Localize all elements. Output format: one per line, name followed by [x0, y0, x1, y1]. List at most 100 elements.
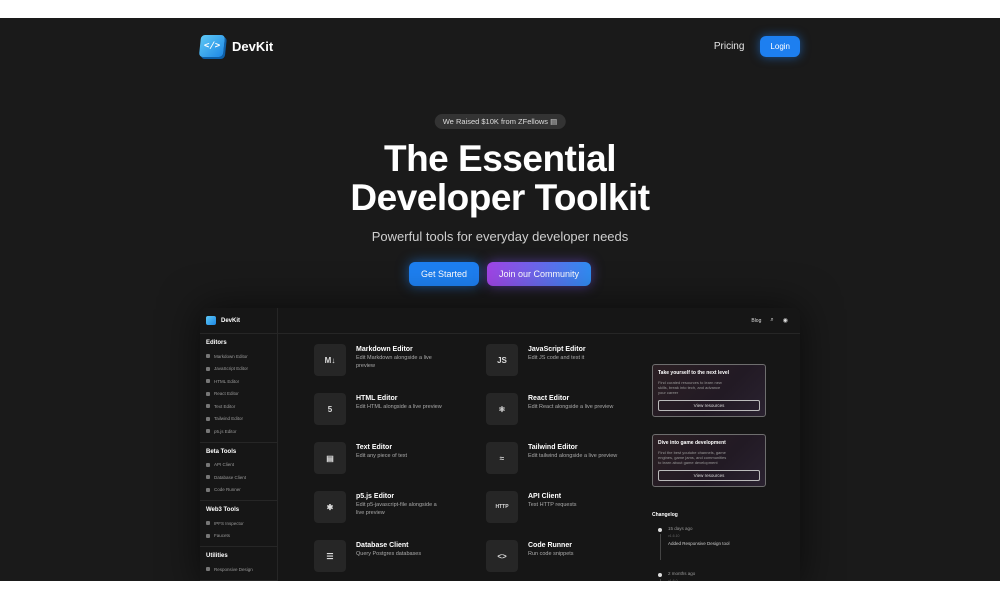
- tool-text: JavaScript Editor Edit JS code and test i…: [528, 344, 618, 384]
- view-resources-button[interactable]: View resources: [658, 470, 760, 481]
- sidebar-item-api-client[interactable]: API Client: [206, 459, 271, 472]
- view-resources-button[interactable]: View resources: [658, 400, 760, 411]
- brand-name: DevKit: [232, 38, 274, 54]
- tool-card-code-runner[interactable]: <> Code Runner Run code snippets: [486, 540, 646, 580]
- changelog-text: Added Responsive Design tool: [668, 541, 730, 546]
- tool-card-markdown-editor[interactable]: M↓ Markdown Editor Edit Markdown alongside…: [314, 344, 474, 384]
- app-preview: DevKit Editors Markdown Editor JavaScript …: [200, 308, 800, 581]
- api-client-icon: HTTP: [486, 491, 518, 523]
- sidebar-heading: Utilities: [206, 553, 228, 559]
- sidebar-item-markdown-editor[interactable]: Markdown Editor: [206, 350, 271, 363]
- join-community-button[interactable]: Join our Community: [487, 262, 592, 286]
- tool-name: Markdown Editor: [356, 346, 413, 353]
- tool-text: API Client Test HTTP requests: [528, 491, 618, 531]
- tool-card-html-editor[interactable]: 5 HTML Editor Edit HTML alongside a live p…: [314, 393, 474, 433]
- tool-card-tailwind-editor[interactable]: ≈ Tailwind Editor Edit tailwind alongside …: [486, 442, 646, 482]
- tool-card-p5-js-editor[interactable]: ✱ p5.js Editor Edit p5-javascript-file alo…: [314, 491, 474, 531]
- tool-text: Text Editor Edit any piece of text: [356, 442, 446, 482]
- promo-card: Take yourself to the next level Find cura…: [652, 364, 766, 417]
- hero-title-line2: Developer Toolkit: [350, 177, 650, 218]
- app-topbar: Blog ⌕ ◉: [278, 308, 800, 334]
- sidebar-heading: Web3 Tools: [206, 507, 240, 513]
- tailwind-editor-icon: [206, 416, 210, 421]
- sidebar-item-label: Responsive Design: [214, 566, 253, 572]
- sidebar-section-utilities: Utilities Responsive Design: [200, 547, 277, 581]
- sidebar-item-label: HTML Editor: [214, 378, 240, 384]
- sidebar-item-label: p5.js Editor: [214, 428, 237, 434]
- tool-card-react-editor[interactable]: ⚛ React Editor Edit React alongside a live…: [486, 393, 646, 433]
- tool-text: p5.js Editor Edit p5-javascript-file alon…: [356, 491, 446, 531]
- text-editor-icon: ▤: [314, 442, 346, 474]
- changelog-version: v1.6.0: [668, 579, 678, 581]
- changelog-entry: 15 days ago v1.6.10 Added Responsive Desig…: [652, 526, 766, 563]
- tool-description: Edit Markdown alongside a live preview: [356, 355, 432, 369]
- search-icon[interactable]: ⌕: [770, 317, 773, 324]
- tool-text: HTML Editor Edit HTML alongside a live pr…: [356, 393, 446, 433]
- sidebar-item-label: API Client: [214, 462, 235, 468]
- sidebar-item-responsive-design[interactable]: Responsive Design: [206, 563, 271, 576]
- timeline-line: [659, 579, 661, 581]
- tool-card-text-editor[interactable]: ▤ Text Editor Edit any piece of text: [314, 442, 474, 482]
- tool-description: Edit React alongside a live preview: [528, 404, 614, 410]
- sidebar-item-faucets[interactable]: Faucets: [206, 530, 271, 543]
- sidebar-item-p5-js-editor[interactable]: p5.js Editor: [206, 425, 271, 438]
- sidebar-section-editors: Editors Markdown Editor JavaScript Editor H…: [200, 334, 277, 443]
- get-started-button[interactable]: Get Started: [408, 262, 479, 286]
- code-runner-icon: <>: [486, 540, 518, 572]
- promo-card-text: Find the best youtube channels, game eng…: [658, 450, 727, 465]
- sidebar-item-label: Markdown Editor: [214, 353, 248, 359]
- tool-card-database-client[interactable]: ☰ Database Client Query Postgres databases: [314, 540, 474, 580]
- sidebar-item-database-client[interactable]: Database Client: [206, 471, 271, 484]
- nav-actions: Pricing Login: [714, 35, 800, 57]
- responsive-design-icon: [206, 567, 210, 572]
- tool-name: Database Client: [356, 542, 409, 549]
- promo-card: Dive into game development Find the best …: [652, 434, 766, 487]
- tool-description: Edit p5-javascript-file alongside a live…: [356, 502, 437, 516]
- tool-name: HTML Editor: [356, 395, 398, 402]
- javascript-editor-icon: JS: [486, 344, 518, 376]
- pricing-link[interactable]: Pricing: [714, 41, 745, 52]
- sidebar-item-javascript-editor[interactable]: JavaScript Editor: [206, 363, 271, 376]
- devkit-logo-icon: </>: [198, 35, 226, 57]
- page: </> DevKit Pricing Login We Raised $10K …: [0, 18, 1000, 581]
- tailwind-editor-icon: ≈: [486, 442, 518, 474]
- discord-icon[interactable]: ◉: [783, 317, 788, 324]
- tool-description: Run code snippets: [528, 551, 574, 557]
- sidebar-item-label: Database Client: [214, 474, 247, 480]
- tool-text: Tailwind Editor Edit tailwind alongside a…: [528, 442, 618, 482]
- funding-badge[interactable]: We Raised $10K from ZFellows ▤: [434, 114, 566, 129]
- tool-card-javascript-editor[interactable]: JS JavaScript Editor Edit JS code and test…: [486, 344, 646, 384]
- changelog: Changelog 15 days ago v1.6.10 Added Respon…: [652, 512, 766, 581]
- html-editor-icon: 5: [314, 393, 346, 425]
- markdown-editor-icon: [206, 354, 210, 359]
- app-sidebar: DevKit Editors Markdown Editor JavaScript …: [200, 308, 278, 581]
- tool-card-api-client[interactable]: HTTP API Client Test HTTP requests: [486, 491, 646, 531]
- sidebar-item-html-editor[interactable]: HTML Editor: [206, 375, 271, 388]
- sidebar-item-ipfs-inspector[interactable]: IPFS Inspector: [206, 517, 271, 530]
- api-client-icon: [206, 462, 210, 467]
- tool-name: JavaScript Editor: [528, 346, 586, 353]
- flag-icon: ▤: [550, 117, 558, 126]
- tool-name: API Client: [528, 493, 562, 500]
- code-runner-icon: [206, 487, 210, 492]
- app-brand[interactable]: DevKit: [200, 308, 277, 334]
- brand[interactable]: </> DevKit: [198, 35, 274, 57]
- changelog-date: 15 days ago: [668, 526, 693, 531]
- sidebar-item-code-runner[interactable]: Code Runner: [206, 484, 271, 497]
- tool-text: Database Client Query Postgres databases: [356, 540, 446, 580]
- tool-name: p5.js Editor: [356, 493, 395, 500]
- sidebar-item-text-editor[interactable]: Text Editor: [206, 400, 271, 413]
- login-button[interactable]: Login: [760, 35, 800, 57]
- devkit-logo-icon: [206, 316, 216, 325]
- sidebar-heading: Beta Tools: [206, 448, 237, 455]
- sidebar-item-label: JavaScript Editor: [214, 366, 249, 372]
- blog-link[interactable]: Blog: [751, 318, 761, 324]
- changelog-date: 2 months ago: [668, 571, 696, 576]
- tool-text: Code Runner Run code snippets: [528, 540, 618, 580]
- top-nav: </> DevKit Pricing Login: [198, 32, 800, 60]
- changelog-entry: 2 months agov1.6.0Added Code Runner tool: [652, 571, 766, 581]
- sidebar-item-label: Code Runner: [214, 487, 241, 493]
- sidebar-item-tailwind-editor[interactable]: Tailwind Editor: [206, 413, 271, 426]
- sidebar-item-react-editor[interactable]: React Editor: [206, 388, 271, 401]
- app-brand-name: DevKit: [221, 317, 241, 324]
